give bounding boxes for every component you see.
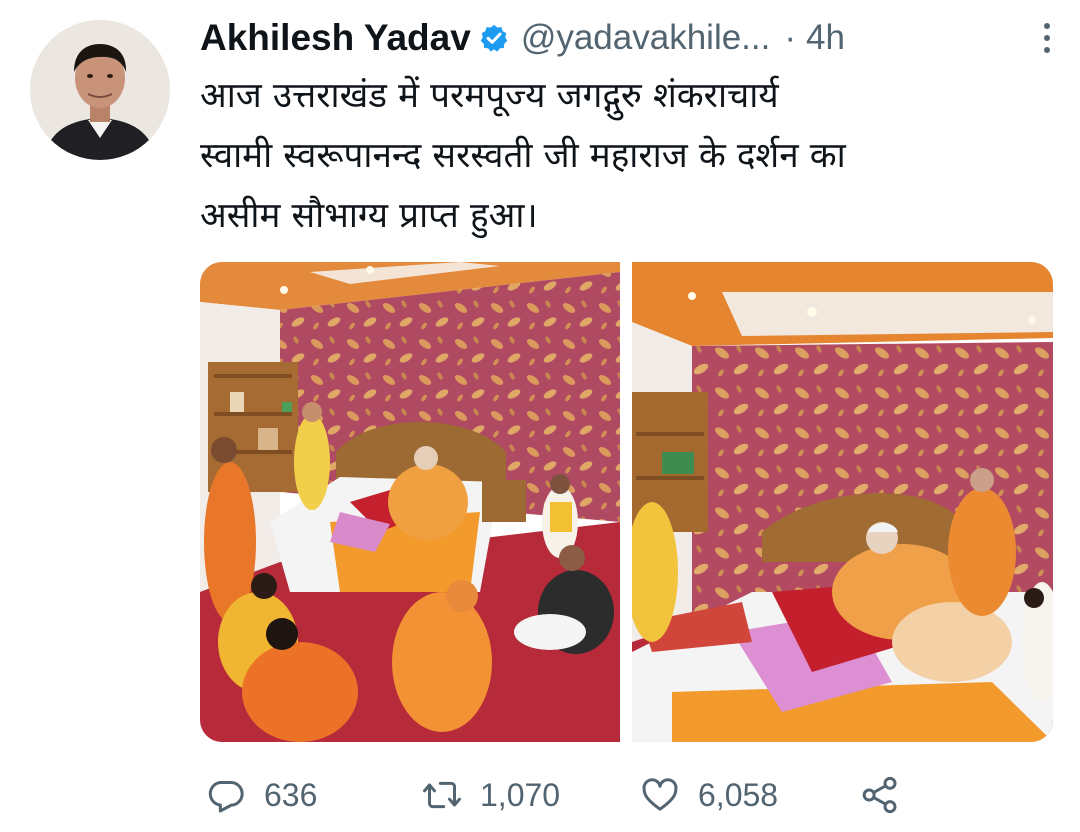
verified-badge-icon xyxy=(480,24,508,52)
retweet-count: 1,070 xyxy=(480,776,561,813)
bedroom-scene-photo-2 xyxy=(632,262,1053,742)
tweet-media xyxy=(200,262,1053,742)
avatar[interactable] xyxy=(30,20,170,160)
bedroom-scene-photo-1 xyxy=(200,262,620,742)
heart-icon xyxy=(642,778,678,811)
reply-button[interactable]: 636 xyxy=(206,775,317,815)
tweet-header: Akhilesh Yadav @yadavakhile... · 4h xyxy=(200,14,1050,62)
like-button[interactable]: 6,058 xyxy=(640,775,778,815)
tweet-text-line: असीम सौभाग्य प्राप्त हुआ। xyxy=(200,196,538,236)
separator-dot: · xyxy=(784,18,797,57)
share-icon xyxy=(862,776,897,814)
like-count: 6,058 xyxy=(698,776,779,813)
reply-icon xyxy=(208,780,244,813)
share-button[interactable] xyxy=(860,775,918,815)
display-name[interactable]: Akhilesh Yadav xyxy=(200,17,471,59)
photo-left[interactable] xyxy=(200,262,620,742)
tweet-text-line: स्वामी स्वरूपानन्द सरस्वती जी महाराज के … xyxy=(200,136,846,176)
retweet-button[interactable]: 1,070 xyxy=(422,775,560,815)
tweet-text: आज उत्तराखंड में परमपूज्य जगद्गुरु शंकरा… xyxy=(200,66,1050,246)
more-vertical-icon[interactable] xyxy=(1040,20,1054,56)
timestamp[interactable]: 4h xyxy=(806,18,845,58)
photo-right[interactable] xyxy=(632,262,1053,742)
tweet-text-line: आज उत्तराखंड में परमपूज्य जगद्गुरु शंकरा… xyxy=(200,76,779,116)
tweet-actions: 636 1,070 6,058 xyxy=(200,770,960,820)
reply-count: 636 xyxy=(264,776,318,813)
profile-photo xyxy=(30,20,170,160)
retweet-icon xyxy=(423,781,461,809)
user-handle[interactable]: @yadavakhile... xyxy=(521,18,771,58)
